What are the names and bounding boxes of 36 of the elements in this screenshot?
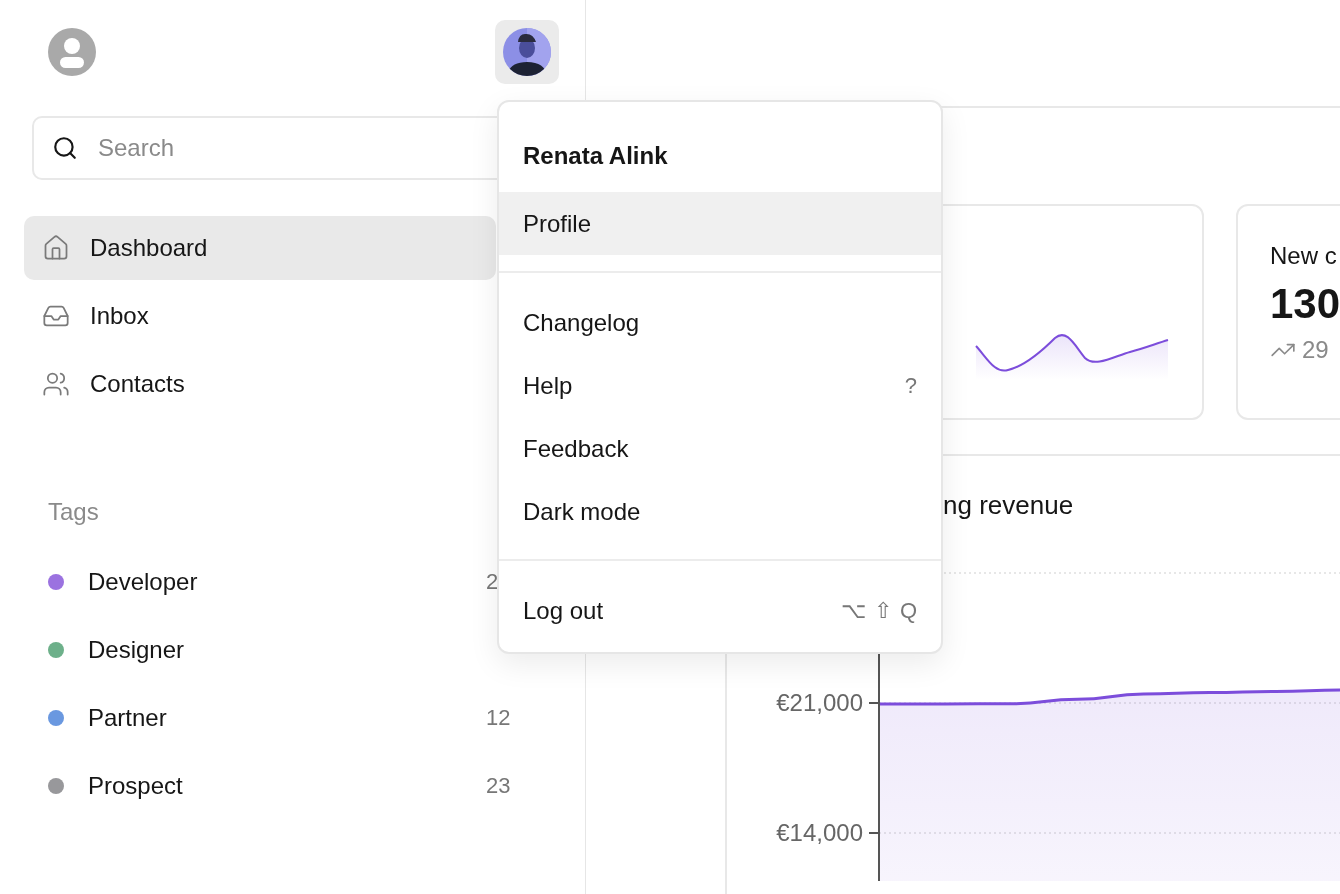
shortcut-key: ⇧ — [873, 597, 892, 624]
tick-mark — [868, 702, 880, 704]
menu-item[interactable]: Feedback — [499, 417, 941, 480]
stat-change: 29 — [1302, 336, 1329, 364]
tag-count: 23 — [486, 773, 511, 799]
axis-label: €21,000 — [776, 689, 863, 716]
tick-mark — [868, 832, 880, 834]
stat-label: New c — [1270, 242, 1338, 270]
home-icon — [42, 234, 70, 262]
stat-value: 130 — [1270, 280, 1340, 328]
shortcut-key: ? — [904, 372, 917, 399]
search-icon — [52, 135, 78, 161]
tag-label[interactable]: Partner — [88, 704, 486, 732]
shortcut-key: Q — [899, 597, 917, 624]
nav-item[interactable]: Contacts — [24, 352, 496, 416]
nav-item[interactable]: Dashboard — [24, 216, 496, 280]
avatar-button[interactable] — [495, 20, 559, 84]
menu-item[interactable]: Changelog — [499, 291, 941, 354]
section-heading: Tags — [48, 498, 99, 526]
user-icon — [48, 28, 96, 76]
tag-count: 12 — [486, 705, 511, 731]
tag-label[interactable]: Prospect — [88, 772, 486, 800]
tag-label[interactable]: Designer — [88, 636, 486, 664]
menu-item[interactable]: Dark mode — [499, 480, 941, 543]
axis-label: €14,000 — [776, 819, 863, 846]
people-icon — [42, 370, 70, 398]
menu-item[interactable]: Help ? — [499, 354, 941, 417]
nav-item[interactable]: Inbox — [24, 284, 496, 348]
chart-title: ng revenue — [942, 489, 1075, 521]
tag-count: 2 — [486, 569, 499, 595]
menu-item[interactable]: Log out ⌥ ⇧ Q — [499, 579, 941, 642]
menu-item[interactable]: Profile — [499, 192, 941, 255]
tag-label[interactable]: Developer — [88, 568, 486, 596]
shortcut-key: ⌥ — [840, 597, 866, 624]
search-input[interactable]: Search — [98, 134, 268, 162]
user-name: Renata Alink — [522, 141, 669, 171]
